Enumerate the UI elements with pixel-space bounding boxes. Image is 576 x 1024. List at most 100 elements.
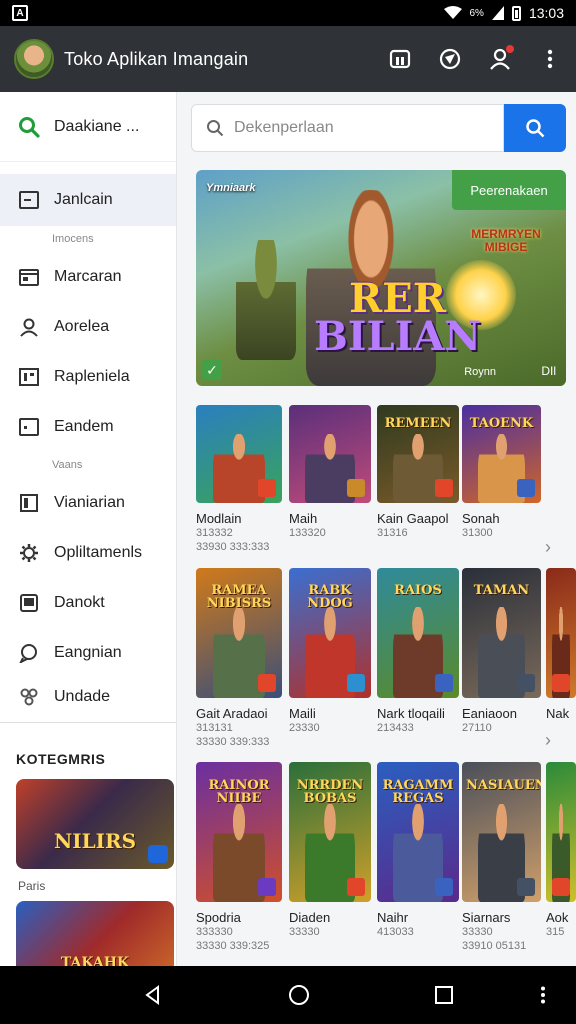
banner-orc-figure — [236, 240, 296, 360]
recents-icon[interactable] — [435, 986, 454, 1004]
library-icon[interactable] — [388, 47, 412, 71]
search-input[interactable]: Dekenperlaan — [191, 104, 504, 152]
category-card[interactable]: TAKAHK — [16, 901, 174, 966]
banner-title: RER BILIAN — [314, 279, 481, 360]
category-badge-icon — [148, 845, 168, 863]
app-tile[interactable]: NRRDEN BOBAS Diaden 33330 — [289, 762, 371, 939]
app-badge-icon — [347, 674, 365, 692]
sidebar-item-danokt[interactable]: Danokt — [0, 578, 176, 628]
verified-check-icon: ✓ — [202, 360, 222, 380]
sidebar-item-vianiarian[interactable]: Vianiarian — [0, 478, 176, 528]
category-label: Paris — [18, 879, 46, 893]
app-meta-secondary: 33930 333:333 — [196, 541, 270, 553]
app-meta: 23330 — [289, 722, 320, 734]
search-icon — [207, 120, 224, 137]
wifi-icon — [443, 6, 462, 19]
banner-caption: Roynn — [464, 366, 496, 378]
app-tile[interactable]: TAMAN Eaniaoon 27110 — [462, 568, 541, 735]
app-tile[interactable]: Nak — [546, 568, 576, 721]
nav-more-icon[interactable] — [540, 986, 546, 1004]
app-tile[interactable]: NASIAUEN Siarnars 33330 33910 05131 — [462, 762, 541, 953]
search-button[interactable] — [504, 104, 566, 152]
app-tile-art: NASIAUEN — [462, 762, 541, 902]
signal-text: 6% — [469, 7, 484, 19]
sidebar-search[interactable]: Daakiane ... — [0, 92, 176, 162]
battery-icon — [511, 5, 521, 21]
compass-icon[interactable] — [438, 47, 462, 71]
app-tile-art: RAINOR NIIBE — [196, 762, 282, 902]
app-tile-art-text: REMEEN — [384, 415, 452, 431]
app-row: RAINOR NIIBE Spodria 333330 33330 339:325 NR… — [196, 762, 576, 962]
sidebar-item-label: Rapleniela — [54, 368, 130, 385]
featured-banner[interactable]: Ymniaark Peerenakaen MERMRYEN MIBIGE RER… — [196, 170, 566, 386]
app-title: Toko Aplikan Imangain — [64, 48, 249, 69]
app-meta: 333330 — [196, 926, 233, 938]
avatar[interactable] — [14, 39, 54, 79]
app-tile-art: RAGAMM REGAS — [377, 762, 459, 902]
person-icon — [18, 316, 40, 338]
app-row: RAMEA NIBISRS Gait Aradaoi 313131 33330 339… — [196, 568, 576, 758]
app-badge-icon — [435, 878, 453, 896]
app-meta: 27110 — [462, 722, 492, 734]
app-meta: 413033 — [377, 926, 414, 938]
home-icon[interactable] — [288, 984, 310, 1006]
status-bar: A 6% 13:03 — [0, 0, 576, 26]
row-chevron-right-icon[interactable]: › — [545, 730, 551, 751]
banner-brand: Ymniaark — [206, 182, 256, 194]
app-tile[interactable]: Maih 133320 — [289, 405, 371, 540]
app-tile[interactable]: Aok 315 — [546, 762, 576, 939]
chat-icon — [18, 642, 40, 664]
app-meta: 33330 — [289, 926, 320, 938]
sidebar-item-rapleniela[interactable]: Rapleniela — [0, 352, 176, 402]
square-icon — [18, 416, 40, 438]
app-tile-art: RAMEA NIBISRS — [196, 568, 282, 698]
clock: 13:03 — [528, 5, 564, 21]
back-icon[interactable] — [143, 985, 163, 1005]
app-name: Nark tloqaili — [377, 706, 445, 721]
cog-cluster-icon — [18, 686, 40, 708]
sidebar-item-label: Marcaran — [54, 268, 122, 285]
category-card[interactable]: NILIRS — [16, 779, 174, 869]
app-name: Sonah — [462, 511, 500, 526]
app-name: Kain Gaapol — [377, 511, 449, 526]
app-tile[interactable]: TAOENK Sonah 31300 — [462, 405, 541, 540]
sidebar-item-janlcain[interactable]: Janlcain — [0, 174, 176, 226]
account-icon[interactable] — [488, 45, 514, 71]
sidebar-item-label: Eandem — [54, 418, 114, 435]
search-placeholder: Dekenperlaan — [234, 119, 334, 136]
row-chevron-right-icon[interactable]: › — [545, 537, 551, 558]
banner-cta-button[interactable]: Peerenakaen — [452, 170, 566, 210]
app-tile-art: TAMAN — [462, 568, 541, 698]
sidebar-sub-label: Imocens — [52, 233, 94, 245]
app-tile[interactable]: RAMEA NIBISRS Gait Aradaoi 313131 33330 339… — [196, 568, 282, 749]
app-tile[interactable]: REMEEN Kain Gaapol 31316 — [377, 405, 459, 540]
app-name: Nak — [546, 706, 570, 721]
app-tile-art-text: NRRDEN BOBAS — [296, 777, 364, 806]
app-tile-art-text: RABK NDOG — [307, 582, 353, 611]
sidebar-item-aorelea[interactable]: Aorelea — [0, 302, 176, 352]
app-name: Siarnars — [462, 910, 511, 925]
sidebar-item-eandem[interactable]: Eandem — [0, 402, 176, 452]
app-badge-icon — [258, 878, 276, 896]
app-tile[interactable]: RAGAMM REGAS Naihr 413033 — [377, 762, 459, 939]
app-tile[interactable]: RAIOS Nark tloqaili 213433 — [377, 568, 459, 735]
banner-title-line2: BILIAN — [314, 313, 481, 360]
app-badge-icon — [258, 674, 276, 692]
app-row: Modlain 313332 33930 333:333 Maih 133320 REME… — [196, 405, 576, 563]
app-tile[interactable]: RABK NDOG Maili 23330 — [289, 568, 371, 735]
app-badge-icon — [435, 674, 453, 692]
app-meta: 315 — [546, 926, 565, 938]
app-tile-art-text: RAIOS — [394, 582, 442, 598]
app-tile[interactable]: Modlain 313332 33930 333:333 — [196, 405, 282, 554]
app-tile-art: TAOENK — [462, 405, 541, 503]
more-vert-icon[interactable] — [538, 47, 562, 71]
sidebar-item-undade[interactable]: Undade — [0, 678, 176, 716]
sidebar: Daakiane ... Janlcain Imocens Marcaran A… — [0, 92, 177, 966]
sidebar-item-eangnian[interactable]: Eangnian — [0, 628, 176, 678]
app-tile-art — [546, 762, 576, 902]
sidebar-item-marcaran[interactable]: Marcaran — [0, 252, 176, 302]
search-bar: Dekenperlaan — [191, 104, 566, 152]
sidebar-item-opliltamenls[interactable]: Opliltamenls — [0, 528, 176, 578]
app-tile[interactable]: RAINOR NIIBE Spodria 333330 33330 339:325 — [196, 762, 282, 953]
sidebar-item-label: Danokt — [54, 594, 105, 611]
